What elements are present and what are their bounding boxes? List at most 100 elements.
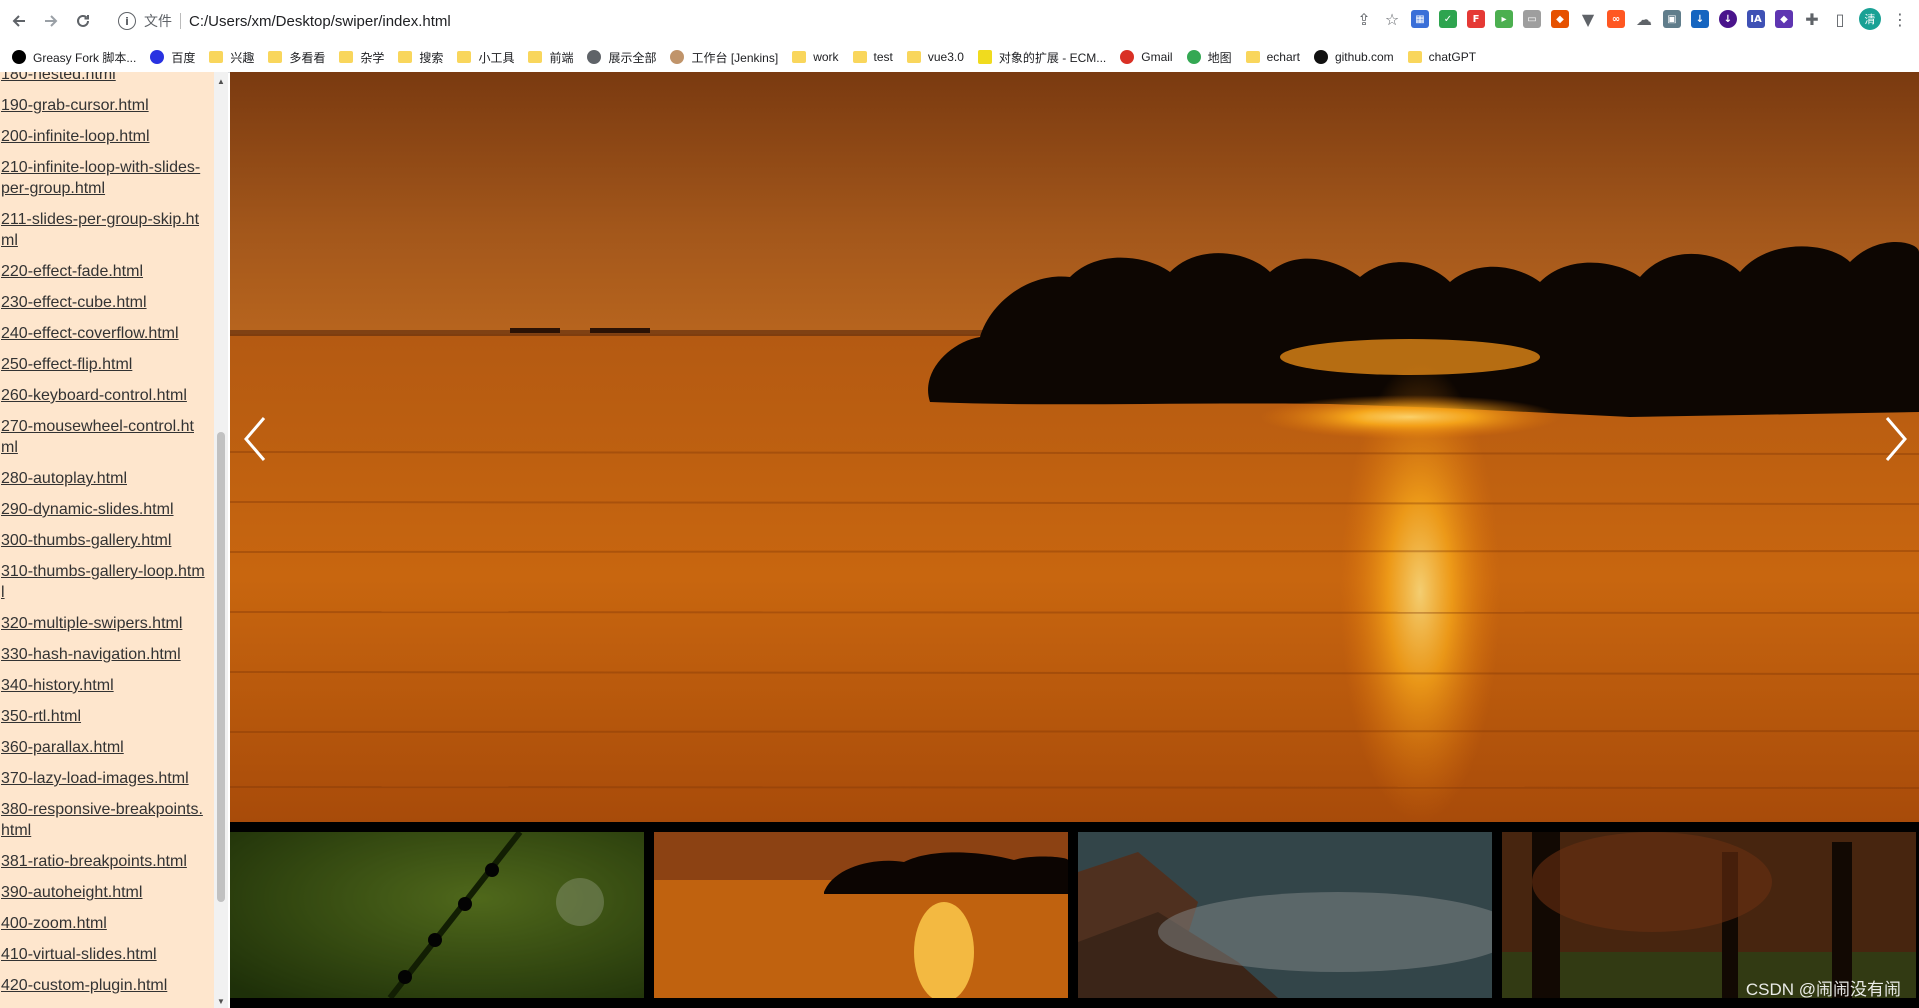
menu-link[interactable]: 410-virtual-slides.html <box>0 944 206 965</box>
menu-link[interactable]: 300-thumbs-gallery.html <box>0 530 206 551</box>
menu-link[interactable]: 240-effect-coverflow.html <box>0 323 206 344</box>
bookmark-item[interactable]: vue3.0 <box>906 45 964 69</box>
bookmark-item[interactable]: Greasy Fork 脚本... <box>12 45 136 69</box>
side-panel-icon[interactable]: ▯ <box>1831 10 1849 29</box>
extension-orange-icon[interactable]: ∞ <box>1607 10 1625 28</box>
thumb-autumn-trees[interactable] <box>1502 832 1916 998</box>
bookmark-label: chatGPT <box>1428 50 1477 64</box>
bookmark-item[interactable]: 展示全部 <box>587 45 656 69</box>
sidebar-scrollbar[interactable]: ▲ ▼ <box>214 72 228 1008</box>
menu-link[interactable]: 270-mousewheel-control.html <box>0 416 206 458</box>
extension-shield-icon[interactable]: ✓ <box>1439 10 1457 28</box>
bookmark-item[interactable]: 杂学 <box>339 45 384 69</box>
back-button[interactable] <box>6 8 32 34</box>
bookmark-item[interactable]: test <box>852 45 893 69</box>
extension-download-icon[interactable]: ↓ <box>1691 10 1709 28</box>
bookmark-item[interactable]: 百度 <box>150 45 195 69</box>
next-slide-arrow-icon[interactable] <box>1881 414 1911 464</box>
bookmark-label: 对象的扩展 - ECM... <box>998 50 1107 65</box>
scroll-thumb[interactable] <box>217 432 225 902</box>
forward-button[interactable] <box>38 8 64 34</box>
scheme-label: 文件 <box>144 13 172 29</box>
extensions-area: ⇪ ☆ ▦ ✓ F ▸ ▭ ◆ ▼ ∞ ☁ ▣ ↓ ↓ IA ◆ ✚ ▯ 清 ⋮ <box>1355 8 1909 30</box>
bookmark-item[interactable]: 地图 <box>1186 45 1232 69</box>
bookmark-label: 百度 <box>171 50 196 65</box>
profile-avatar[interactable]: 清 <box>1859 8 1881 30</box>
menu-link[interactable]: 310-thumbs-gallery-loop.html <box>0 561 206 603</box>
menu-link[interactable]: 260-keyboard-control.html <box>0 385 206 406</box>
menu-link[interactable]: 390-autoheight.html <box>0 882 206 903</box>
menu-link[interactable]: 340-history.html <box>0 675 206 696</box>
es-icon <box>977 50 992 64</box>
menu-link[interactable]: 210-infinite-loop-with-slides-per-group.… <box>0 157 206 199</box>
scroll-up-arrow-icon[interactable]: ▲ <box>214 74 228 88</box>
bookmark-item[interactable]: chatGPT <box>1407 45 1477 69</box>
main-slide-image[interactable] <box>230 72 1919 822</box>
extension-red-badge-icon[interactable]: ▣ <box>1663 10 1681 28</box>
menu-link[interactable]: 290-dynamic-slides.html <box>0 499 206 520</box>
bookmark-item[interactable]: Gmail <box>1120 45 1173 69</box>
menu-link[interactable]: 370-lazy-load-images.html <box>0 768 206 789</box>
url-text[interactable]: C:/Users/xm/Desktop/swiper/index.html <box>189 13 451 30</box>
bookmark-item[interactable]: github.com <box>1313 45 1394 69</box>
extensions-puzzle-icon[interactable]: ✚ <box>1803 10 1821 29</box>
menu-link[interactable]: 200-infinite-loop.html <box>0 126 206 147</box>
menu-link[interactable]: 400-zoom.html <box>0 913 206 934</box>
bookmark-label: 小工具 <box>478 50 515 65</box>
menu-link[interactable]: 330-hash-navigation.html <box>0 644 206 665</box>
prev-slide-arrow-icon[interactable] <box>240 414 270 464</box>
menu-link[interactable]: 381-ratio-breakpoints.html <box>0 851 206 872</box>
bookmark-star-icon[interactable]: ☆ <box>1383 10 1401 29</box>
sunset-lake-image <box>230 72 1919 822</box>
menu-link[interactable]: 420-custom-plugin.html <box>0 975 206 996</box>
menu-link[interactable]: 360-parallax.html <box>0 737 206 758</box>
extension-cloud-icon[interactable]: ☁ <box>1635 10 1653 29</box>
extension-window-icon[interactable]: ▭ <box>1523 10 1541 28</box>
info-icon[interactable]: i <box>118 12 136 30</box>
menu-link[interactable]: 230-effect-cube.html <box>0 292 206 313</box>
bookmark-label: vue3.0 <box>927 50 964 64</box>
bookmark-item[interactable]: 对象的扩展 - ECM... <box>977 45 1107 69</box>
extension-ia-icon[interactable]: IA <box>1747 10 1765 28</box>
folder-icon <box>398 51 413 63</box>
thumbs-strip <box>230 832 1916 998</box>
thumb-misty-mountains[interactable] <box>1078 832 1492 998</box>
menu-link[interactable]: 320-multiple-swipers.html <box>0 613 206 634</box>
watermark-text: CSDN @闹闹没有闹 <box>1745 980 1901 999</box>
bookmark-item[interactable]: echart <box>1245 45 1300 69</box>
menu-link[interactable]: 350-rtl.html <box>0 706 206 727</box>
reload-button[interactable] <box>70 8 96 34</box>
extension-diamond-icon[interactable]: ◆ <box>1775 10 1793 28</box>
bookmark-item[interactable]: 搜索 <box>398 45 443 69</box>
menu-link[interactable]: 180-nested.html <box>0 72 206 85</box>
menu-link[interactable]: 250-effect-flip.html <box>0 354 206 375</box>
extension-fe-icon[interactable]: F <box>1467 10 1485 28</box>
bookmark-item[interactable]: 工作台 [Jenkins] <box>670 45 778 69</box>
maps-icon <box>1186 50 1201 64</box>
bookmark-label: work <box>813 50 839 64</box>
thumb-ants-on-grass[interactable] <box>230 832 644 998</box>
thumb-sunset-lake[interactable] <box>654 832 1068 998</box>
menu-link[interactable]: 211-slides-per-group-skip.html <box>0 209 206 251</box>
menu-link[interactable]: 280-autoplay.html <box>0 468 206 489</box>
extension-v-icon[interactable]: ▼ <box>1579 10 1597 29</box>
arrow-right-icon <box>45 15 58 27</box>
bookmark-item[interactable]: 多看看 <box>268 45 325 69</box>
bookmark-item[interactable]: 小工具 <box>457 45 514 69</box>
bookmark-label: 搜索 <box>419 50 444 65</box>
extension-purple-icon[interactable]: ↓ <box>1719 10 1737 28</box>
bookmark-item[interactable]: 前端 <box>528 45 573 69</box>
extension-brave-icon[interactable]: ◆ <box>1551 10 1569 28</box>
reload-icon <box>77 14 89 27</box>
address-bar[interactable]: i 文件 C:/Users/xm/Desktop/swiper/index.ht… <box>118 6 451 36</box>
scroll-down-arrow-icon[interactable]: ▼ <box>214 994 228 1008</box>
menu-link[interactable]: 220-effect-fade.html <box>0 261 206 282</box>
extension-1-icon[interactable]: ▦ <box>1411 10 1429 28</box>
bookmark-item[interactable]: 兴趣 <box>209 45 254 69</box>
menu-link[interactable]: 380-responsive-breakpoints.html <box>0 799 206 841</box>
extension-flag-icon[interactable]: ▸ <box>1495 10 1513 28</box>
more-menu-icon[interactable]: ⋮ <box>1891 10 1909 29</box>
bookmark-item[interactable]: work <box>792 45 839 69</box>
share-icon[interactable]: ⇪ <box>1355 10 1373 29</box>
menu-link[interactable]: 190-grab-cursor.html <box>0 95 206 116</box>
